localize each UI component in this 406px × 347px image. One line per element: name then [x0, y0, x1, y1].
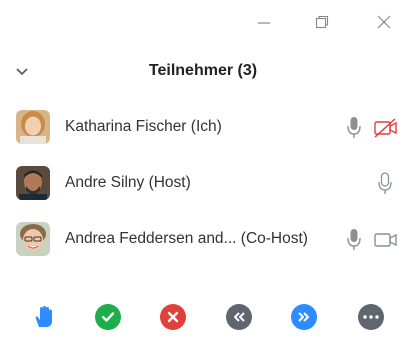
- participant-row-andre[interactable]: Andre Silny (Host): [0, 156, 406, 212]
- close-button[interactable]: [364, 8, 404, 36]
- no-button[interactable]: [158, 302, 188, 332]
- video-icon[interactable]: [373, 230, 399, 250]
- minimize-icon: [258, 22, 270, 24]
- panel-title: Teilnehmer (3): [148, 62, 258, 79]
- participant-row-katharina[interactable]: Katharina Fischer (Ich): [0, 100, 406, 156]
- participant-name: Katharina Fischer (Ich): [65, 118, 222, 135]
- fast-forward-icon: [291, 304, 317, 330]
- avatar-katharina: [16, 110, 50, 144]
- video-off-icon[interactable]: [373, 118, 399, 138]
- more-icon: [358, 304, 384, 330]
- minimize-button[interactable]: [244, 8, 284, 36]
- participant-row-andrea[interactable]: Andrea Feddersen and... (Co-Host): [0, 212, 406, 268]
- check-icon: [95, 304, 121, 330]
- participants-header: Teilnehmer (3): [0, 52, 406, 92]
- raise-hand-button[interactable]: [29, 302, 59, 332]
- close-icon: [377, 15, 391, 29]
- mic-icon[interactable]: [346, 228, 362, 252]
- mic-icon[interactable]: [377, 172, 393, 196]
- rewind-icon: [226, 304, 252, 330]
- mic-icon[interactable]: [346, 116, 362, 140]
- restore-button[interactable]: [302, 8, 342, 36]
- restore-icon: [315, 15, 329, 29]
- go-slower-button[interactable]: [224, 302, 254, 332]
- avatar-andre: [16, 166, 50, 200]
- more-button[interactable]: [356, 302, 386, 332]
- x-icon: [160, 304, 186, 330]
- participant-name: Andrea Feddersen and... (Co-Host): [65, 230, 308, 247]
- yes-button[interactable]: [93, 302, 123, 332]
- participant-name: Andre Silny (Host): [65, 174, 191, 191]
- hand-icon: [35, 306, 52, 327]
- title-bar: [0, 0, 406, 44]
- reaction-toolbar: [0, 300, 406, 336]
- go-faster-button[interactable]: [289, 302, 319, 332]
- avatar-andrea: [16, 222, 50, 256]
